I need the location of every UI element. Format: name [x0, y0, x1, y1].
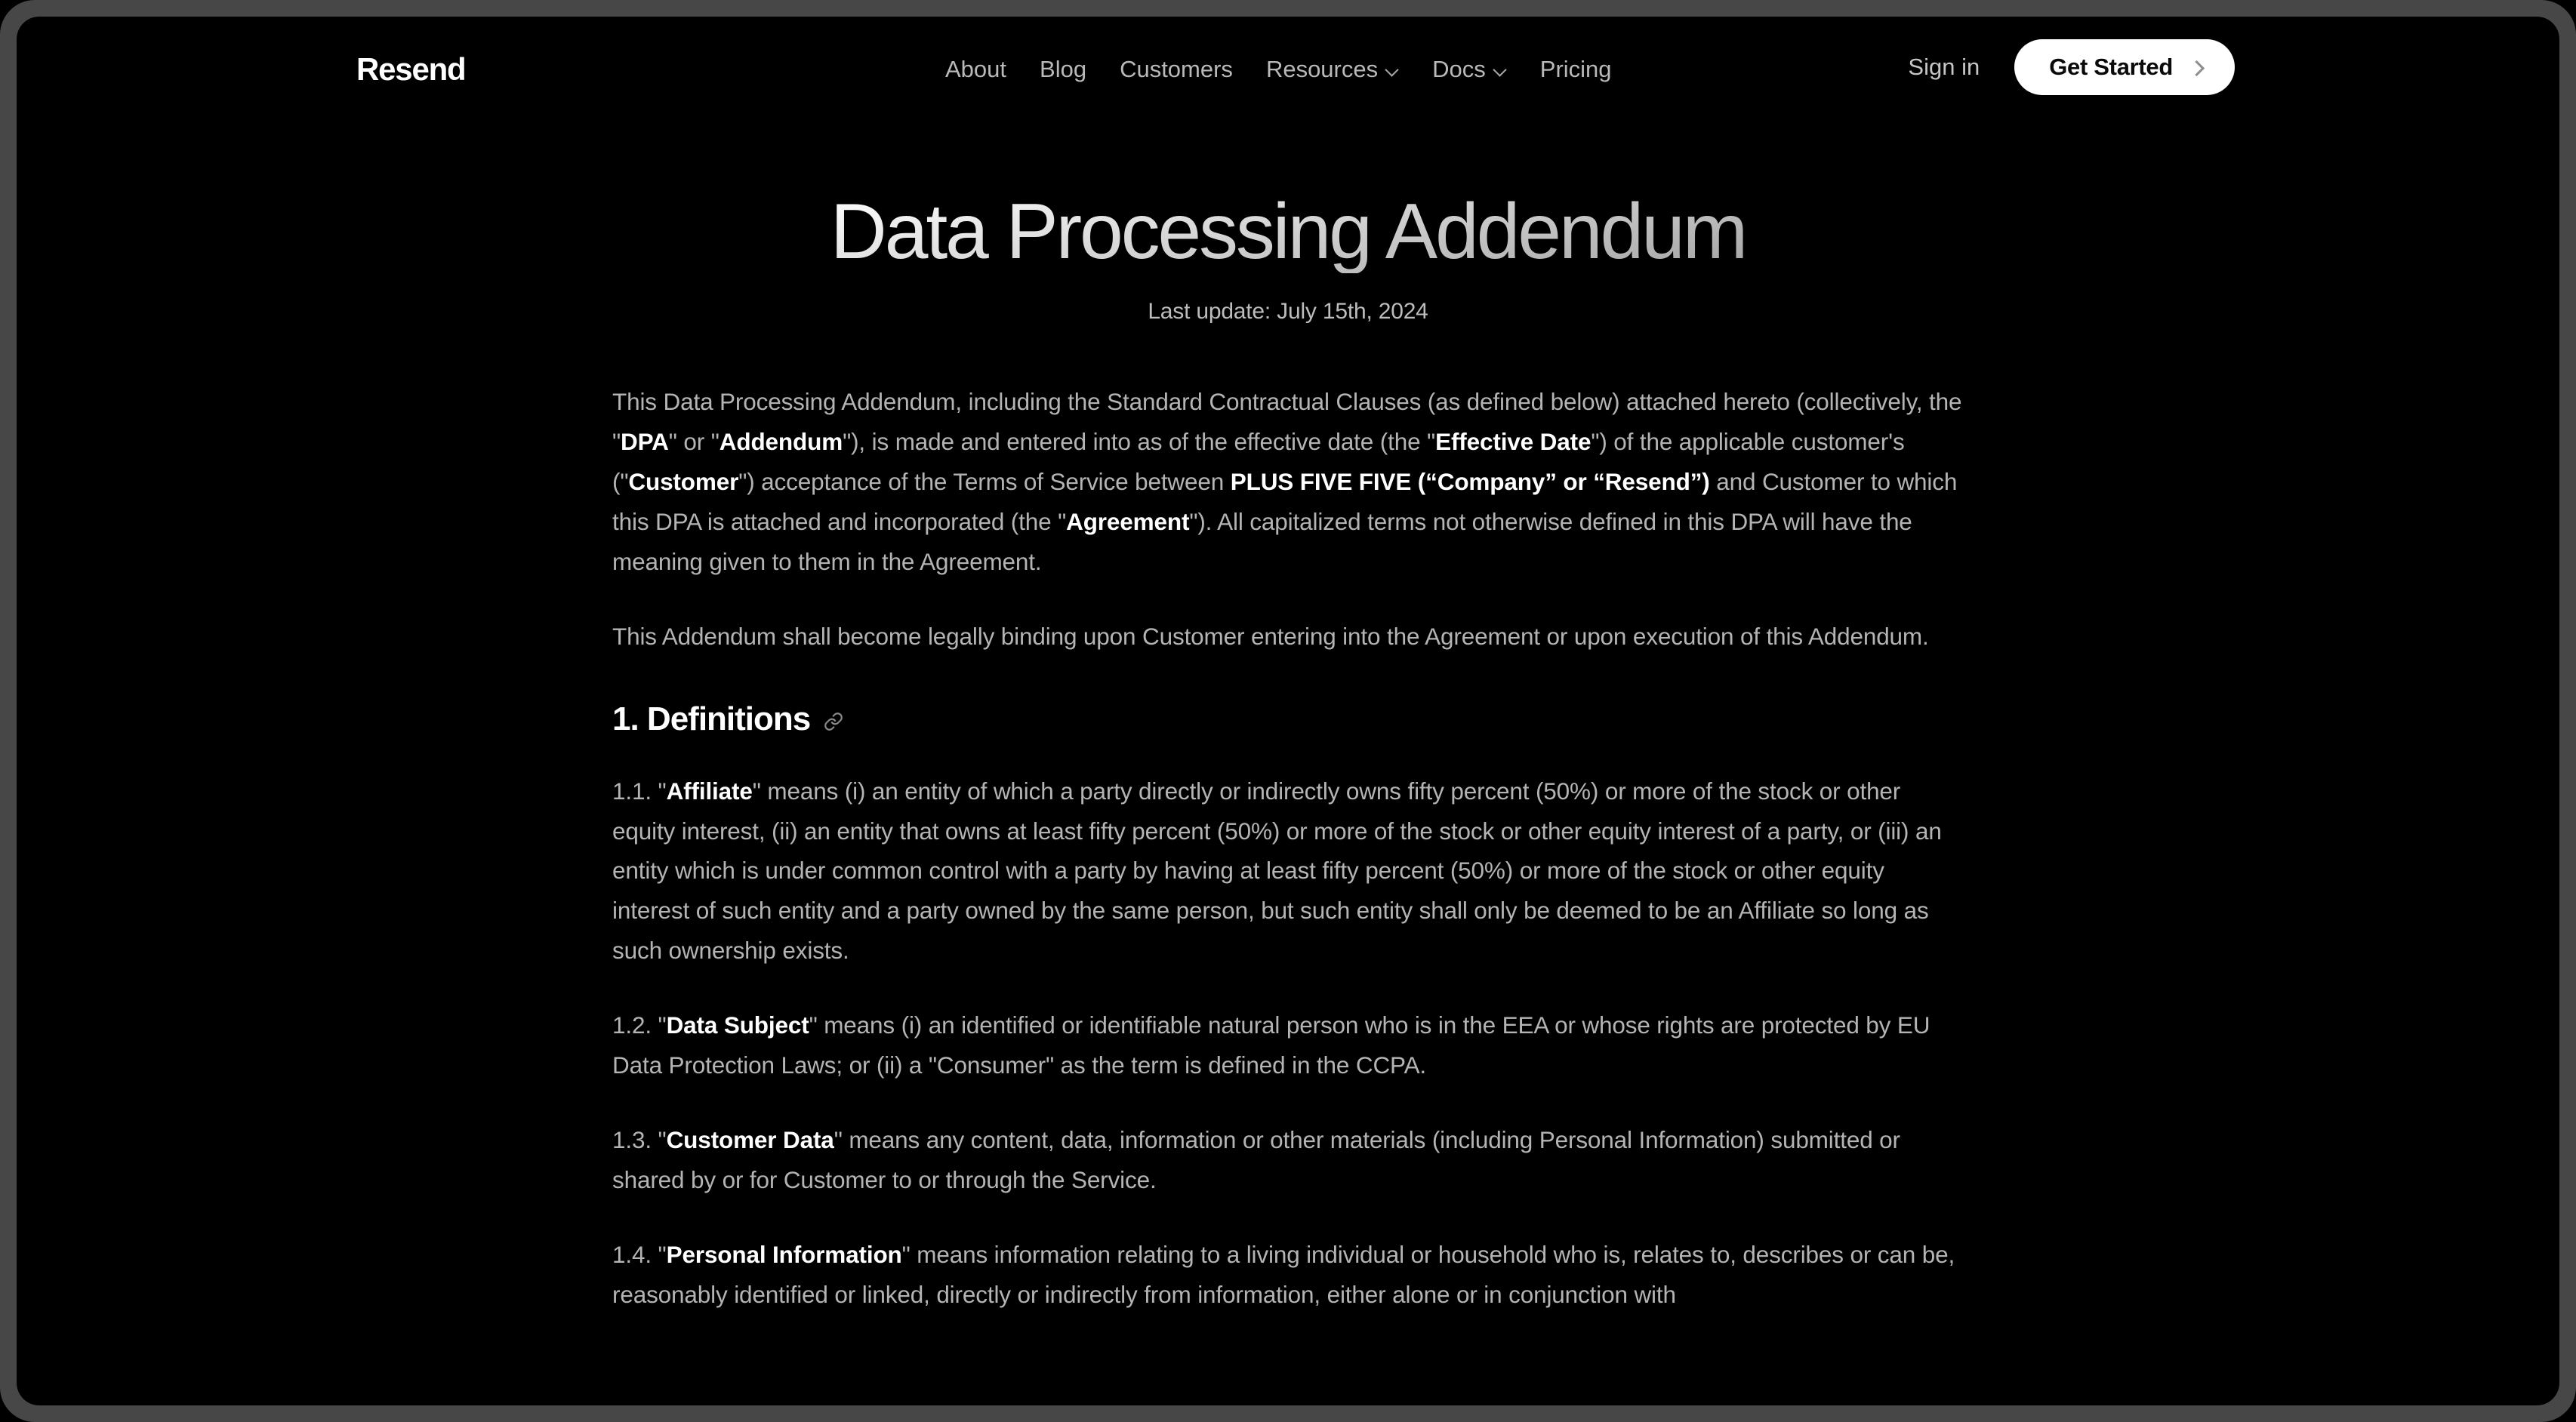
nav-item-pricing[interactable]: Pricing — [1540, 56, 1612, 83]
clause-term: Personal Information — [666, 1240, 902, 1268]
clause-1-1: 1.1. "Affiliate" means (i) an entity of … — [612, 771, 1964, 971]
sign-in-link[interactable]: Sign in — [1908, 54, 1980, 81]
term-company: PLUS FIVE FIVE (“Company” or “Resend”) — [1230, 468, 1710, 496]
term-dpa: DPA — [621, 428, 669, 456]
resend-logo[interactable]: Resend — [356, 51, 467, 88]
clause-body: " means (i) an entity of which a party d… — [612, 777, 1942, 965]
clause-1-3: 1.3. "Customer Data" means any content, … — [612, 1120, 1964, 1200]
nav-label-blog: Blog — [1040, 56, 1087, 82]
nav-label-pricing: Pricing — [1539, 56, 1612, 82]
nav-label-resources: Resources — [1265, 56, 1379, 82]
text-run: "), is made and entered into as of the e… — [843, 428, 1436, 456]
device-bezel: Resend About Blog Customers Resources Do… — [0, 0, 2576, 1422]
clause-number: 1.3. " — [612, 1126, 667, 1154]
link-icon[interactable] — [824, 712, 843, 731]
term-effective-date: Effective Date — [1435, 428, 1592, 456]
term-addendum: Addendum — [719, 428, 843, 456]
last-update-text: Last update: July 15th, 2024 — [1148, 299, 1428, 325]
nav-item-resources[interactable]: Resources — [1266, 56, 1399, 83]
nav-label-about: About — [945, 56, 1007, 82]
get-started-button[interactable]: Get Started — [2014, 39, 2235, 95]
section-heading-label: 1. Definitions — [612, 700, 811, 737]
clause-number: 1.1. " — [612, 777, 667, 805]
clause-number: 1.2. " — [612, 1011, 667, 1039]
intro-paragraph-2: This Addendum shall become legally bindi… — [612, 622, 1929, 650]
main-navigation: About Blog Customers Resources Docs Pric… — [945, 56, 1612, 83]
nav-item-about[interactable]: About — [945, 56, 1006, 83]
nav-item-customers[interactable]: Customers — [1120, 56, 1233, 83]
clause-number: 1.4. " — [612, 1240, 667, 1268]
term-customer: Customer — [628, 468, 739, 496]
clause-1-4: 1.4. "Personal Information" means inform… — [612, 1235, 1964, 1315]
clause-body: " means (i) an identified or identifiabl… — [612, 1011, 1930, 1079]
clause-term: Affiliate — [666, 777, 753, 805]
chevron-right-icon — [2189, 60, 2203, 74]
clause-term: Customer Data — [666, 1126, 834, 1154]
text-run: ") acceptance of the Terms of Service be… — [738, 468, 1231, 496]
chevron-down-icon — [1385, 63, 1399, 77]
get-started-label: Get Started — [2049, 54, 2173, 80]
text-run: " or " — [668, 428, 719, 456]
page-title: Data Processing Addendum — [612, 190, 1964, 273]
header-actions: Sign in Get Started — [1908, 39, 2235, 95]
intro-paragraph-1: This Data Processing Addendum, including… — [612, 382, 1964, 582]
document-body: This Data Processing Addendum, including… — [612, 325, 1964, 1314]
chevron-down-icon — [1493, 63, 1507, 77]
site-header: Resend About Blog Customers Resources Do… — [17, 17, 2559, 107]
browser-viewport: Resend About Blog Customers Resources Do… — [17, 17, 2559, 1405]
nav-item-blog[interactable]: Blog — [1040, 56, 1086, 83]
clause-term: Data Subject — [666, 1011, 809, 1039]
page-header-block: Data Processing Addendum Last update: Ju… — [612, 107, 1964, 325]
nav-label-customers: Customers — [1120, 56, 1233, 82]
nav-label-docs: Docs — [1432, 56, 1486, 82]
nav-item-docs[interactable]: Docs — [1432, 56, 1507, 83]
clause-1-2: 1.2. "Data Subject" means (i) an identif… — [612, 1005, 1964, 1085]
term-agreement: Agreement — [1066, 507, 1190, 535]
section-heading-definitions: 1. Definitions — [612, 700, 1964, 738]
